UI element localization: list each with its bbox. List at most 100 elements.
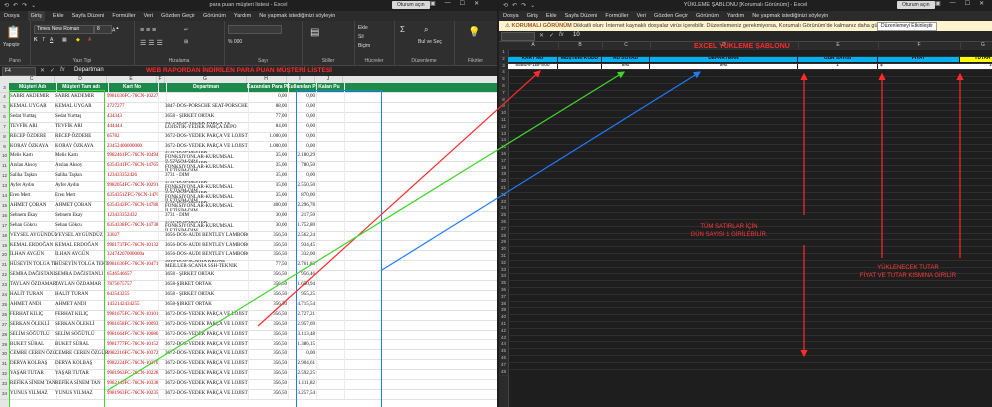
cell[interactable]: 77,00 <box>246 111 289 122</box>
cell[interactable]: 356,50 <box>246 329 289 340</box>
template-cell[interactable] <box>558 63 601 69</box>
font-size-select[interactable]: 8 <box>94 25 112 34</box>
redo-icon[interactable]: ↷ <box>22 2 27 9</box>
column-header[interactable]: J <box>314 76 343 83</box>
paste-button[interactable]: Yapıştır <box>3 42 20 48</box>
column-header[interactable]: D <box>54 76 107 83</box>
cell[interactable]: 356,50 <box>246 359 289 370</box>
cell[interactable]: 3616-DOS-SCANIA KRONE MEILLER-SCANIA SSH… <box>164 260 249 271</box>
customize-icon[interactable]: ⌄ <box>31 2 36 9</box>
cell[interactable]: 643543255 <box>106 290 159 300</box>
cell[interactable]: 3672-DOS-YEDEK PARÇA VE LOJISTIK-İTHALAT <box>164 329 249 340</box>
cell[interactable]: 9982461FC-76CN-10494 <box>106 151 159 162</box>
cell[interactable]: 3658 - ŞIRKET ORTAK <box>164 270 249 281</box>
template-column-title[interactable]: GÜN SAYISI <box>798 56 877 63</box>
ideas-icon[interactable]: 💡 <box>468 27 480 38</box>
cell[interactable]: 356,50 <box>246 270 289 281</box>
cell[interactable]: 30,00 <box>246 220 289 231</box>
sign-in-button[interactable]: Oturum açın <box>897 1 935 9</box>
cell[interactable]: 3731 - DIM <box>164 171 249 182</box>
sign-in-button[interactable]: Oturum açın <box>392 1 430 9</box>
cell[interactable]: 3672-DOS-YEDEK PARÇA VE LOJISTIK-İTHALAT <box>164 349 249 360</box>
enter-icon[interactable]: ✓ <box>50 67 55 74</box>
cell[interactable]: 6354342FC-76CN-14780 <box>106 200 159 211</box>
maximize-icon[interactable]: ☐ <box>965 0 970 7</box>
cell[interactable] <box>164 92 249 102</box>
cell[interactable]: 65782 <box>106 131 159 142</box>
cell[interactable]: 3672-DOS-YEDEK PARÇA VE LOJISTIK-YEDEK P… <box>164 121 249 132</box>
cell[interactable]: 88,00 <box>246 101 289 112</box>
ribbon-tab[interactable]: Giriş <box>527 13 538 19</box>
align-top-icon[interactable]: ≡ ≡ ≡ <box>140 27 156 34</box>
cancel-icon[interactable]: ✕ <box>40 67 45 74</box>
cell[interactable]: 3847-DOS-PORSCHE SEAT-PORSCHE-PAZARLAMA <box>164 101 249 112</box>
minimize-icon[interactable]: — <box>950 0 956 7</box>
column-header[interactable]: G <box>960 42 992 49</box>
cell[interactable]: 444444 <box>106 121 159 132</box>
cell[interactable]: 9981675FC-76CN-10101 <box>106 309 159 320</box>
cell[interactable]: 9981636FC-76CN-10227 <box>106 92 159 102</box>
cell[interactable]: 3731-DOS-DESTEK FONKSIYONLAR-KURUMSAL İL… <box>164 151 249 162</box>
fx-icon[interactable]: fx <box>559 32 564 38</box>
cell[interactable]: 3656-DOS-AUDI BENTLEY LAMBORGHINI-AUDI-S… <box>164 240 249 251</box>
template-column-title[interactable]: MÜŞTERİ KODU <box>558 56 601 63</box>
percent-icon[interactable]: % 000 <box>228 39 242 45</box>
wrap-text-icon[interactable]: ↵ <box>184 27 188 33</box>
cell[interactable]: 356,50 <box>246 290 289 300</box>
cell[interactable]: 356,50 <box>246 280 289 290</box>
ribbon-tab[interactable]: Gözden Geçir <box>654 13 688 19</box>
cell[interactable]: 3672-DOS-YEDEK PARÇA VE LOJISTIK-İTHALAT <box>164 319 249 330</box>
template-column-title[interactable]: FİYAT <box>878 56 959 63</box>
column-header[interactable]: C <box>9 76 55 83</box>
cell[interactable]: 1.000,00 <box>246 131 289 142</box>
cell[interactable]: 6354351ZFC-76CN-14706 <box>106 191 159 201</box>
cell[interactable]: 356,50 <box>246 339 289 350</box>
ribbon-tab[interactable]: Dosya <box>503 13 519 19</box>
ribbon-tab[interactable]: Yardım <box>727 13 744 19</box>
column-header[interactable]: C <box>602 42 651 49</box>
formula-input[interactable]: 10 <box>573 32 580 38</box>
cell[interactable]: 9981658FC-76CN-10093 <box>106 319 159 330</box>
column-header[interactable]: H <box>246 76 287 83</box>
cell[interactable]: 356,50 <box>246 240 289 251</box>
enter-icon[interactable]: ✓ <box>549 32 554 39</box>
italic-icon[interactable]: T <box>42 37 45 43</box>
fill-color-icon[interactable]: ◆ <box>76 37 80 43</box>
template-cell[interactable]: $ <box>878 63 961 69</box>
column-header[interactable]: F <box>878 42 961 49</box>
ribbon-tab[interactable]: Ekle <box>53 13 64 19</box>
cell[interactable]: 9981664FC-76CN-10086 <box>106 329 159 340</box>
autosum-icon[interactable]: Σ <box>400 25 405 34</box>
cell[interactable]: 400,00 <box>246 200 289 211</box>
tell-me-search[interactable]: Ne yapmak istediğinizi söyleyin <box>259 13 335 19</box>
cell[interactable]: 35,00 <box>246 181 289 191</box>
ribbon-tab[interactable]: Dosya <box>4 13 20 19</box>
align-left-icon[interactable]: ☰ ☰ ☰ <box>140 39 163 47</box>
font-grow-icon[interactable]: A▲ <box>112 25 119 34</box>
column-header[interactable]: G <box>164 76 247 83</box>
cell[interactable]: 356,50 <box>246 250 289 261</box>
formula-input[interactable]: Departman <box>74 67 104 73</box>
cell[interactable]: 3658 - ŞIRKET ORTAK <box>164 111 249 122</box>
cell[interactable]: 1432142434255 <box>106 299 159 310</box>
cell[interactable]: 123433352426 <box>106 171 159 182</box>
minimize-icon[interactable]: — <box>445 0 451 7</box>
cell[interactable]: 77,50 <box>246 260 289 271</box>
column-header[interactable]: B <box>558 42 603 49</box>
border-icon[interactable]: ▦ <box>62 37 67 43</box>
cell[interactable]: 30,00 <box>246 210 289 221</box>
ribbon-tab[interactable]: Görünüm <box>203 13 226 19</box>
cell[interactable]: 2727277 <box>106 101 159 112</box>
paste-icon[interactable]: 📋 <box>6 25 21 39</box>
ribbon-tab[interactable]: Sayfa Düzeni <box>72 13 105 19</box>
cell[interactable]: 35,00 <box>246 151 289 162</box>
cell[interactable]: 7875675757 <box>106 280 159 290</box>
cell[interactable]: 9981963FC-76CN-10228 <box>106 369 159 380</box>
cell[interactable]: 123433352432 <box>106 210 159 221</box>
cell[interactable]: 9982149FC-76CN-10338 <box>106 379 159 389</box>
close-icon[interactable]: ✕ <box>474 0 479 7</box>
cell[interactable]: 9981737FC-76CN-10132 <box>106 240 159 251</box>
cell[interactable]: 3658 - ŞIRKET ORTAK <box>164 290 249 300</box>
cell[interactable]: 356,50 <box>246 369 289 380</box>
cell[interactable]: 35,00 <box>246 171 289 182</box>
